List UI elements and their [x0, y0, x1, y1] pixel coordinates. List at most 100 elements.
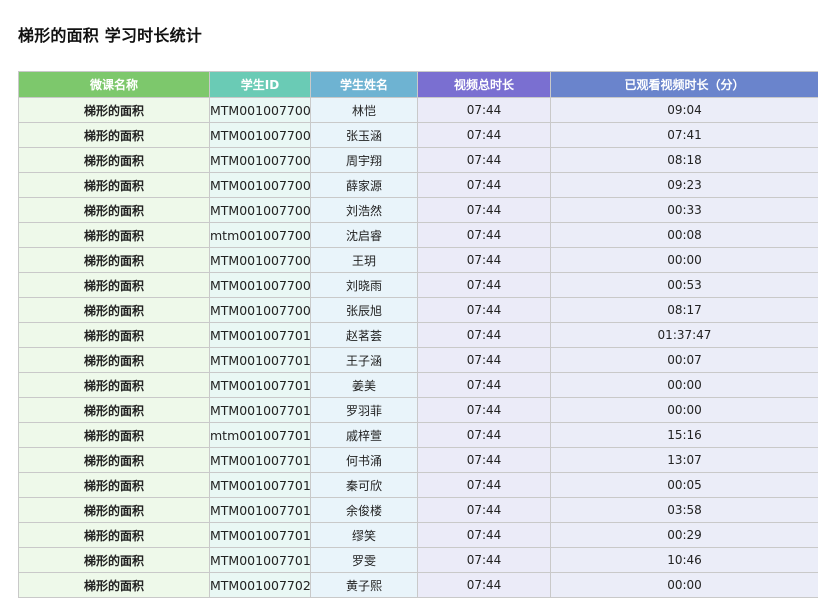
cell-student-name: 刘晓雨: [311, 273, 418, 298]
cell-student-id: MTM0010077005: [210, 198, 311, 223]
cell-video-total-duration: 07:44: [418, 573, 551, 598]
table-row: 梯形的面积MTM0010077018缪笑07:4400:29: [19, 523, 818, 548]
cell-course-name: 梯形的面积: [19, 398, 210, 423]
cell-video-total-duration: 07:44: [418, 123, 551, 148]
cell-student-id: MTM0010077002: [210, 123, 311, 148]
cell-student-name: 沈启睿: [311, 223, 418, 248]
cell-student-name: 王子涵: [311, 348, 418, 373]
cell-watched-duration: 08:18: [551, 148, 818, 173]
cell-watched-duration: 03:58: [551, 498, 818, 523]
table-row: 梯形的面积MTM0010077012姜美07:4400:00: [19, 373, 818, 398]
stats-table-container: 微课名称 学生ID 学生姓名 视频总时长 已观看视频时长（分） 梯形的面积MTM…: [18, 71, 818, 598]
cell-video-total-duration: 07:44: [418, 148, 551, 173]
cell-student-name: 赵茗荟: [311, 323, 418, 348]
cell-student-id: MTM0010077001: [210, 98, 311, 123]
cell-student-id: MTM0010077015: [210, 448, 311, 473]
cell-student-id: MTM0010077017: [210, 498, 311, 523]
cell-video-total-duration: 07:44: [418, 473, 551, 498]
cell-video-total-duration: 07:44: [418, 273, 551, 298]
cell-student-name: 张玉涵: [311, 123, 418, 148]
table-row: 梯形的面积MTM0010077017余俊楼07:4403:58: [19, 498, 818, 523]
cell-course-name: 梯形的面积: [19, 448, 210, 473]
cell-student-name: 何书涌: [311, 448, 418, 473]
cell-watched-duration: 00:00: [551, 373, 818, 398]
cell-video-total-duration: 07:44: [418, 223, 551, 248]
table-row: 梯形的面积MTM0010077007王玥07:4400:00: [19, 248, 818, 273]
cell-course-name: 梯形的面积: [19, 548, 210, 573]
cell-student-id: MTM0010077003: [210, 148, 311, 173]
cell-course-name: 梯形的面积: [19, 373, 210, 398]
cell-video-total-duration: 07:44: [418, 348, 551, 373]
cell-student-id: MTM0010077019: [210, 548, 311, 573]
header-video-total-duration[interactable]: 视频总时长: [418, 72, 551, 98]
cell-student-name: 余俊楼: [311, 498, 418, 523]
cell-student-id: MTM0010077013: [210, 398, 311, 423]
cell-watched-duration: 00:53: [551, 273, 818, 298]
cell-video-total-duration: 07:44: [418, 323, 551, 348]
table-row: 梯形的面积MTM0010077008刘晓雨07:4400:53: [19, 273, 818, 298]
cell-watched-duration: 10:46: [551, 548, 818, 573]
cell-watched-duration: 00:33: [551, 198, 818, 223]
table-row: 梯形的面积MTM0010077020黄子熙07:4400:00: [19, 573, 818, 598]
study-duration-table: 微课名称 学生ID 学生姓名 视频总时长 已观看视频时长（分） 梯形的面积MTM…: [18, 71, 818, 598]
cell-student-name: 刘浩然: [311, 198, 418, 223]
cell-watched-duration: 07:41: [551, 123, 818, 148]
cell-student-id: MTM0010077018: [210, 523, 311, 548]
cell-course-name: 梯形的面积: [19, 523, 210, 548]
table-row: 梯形的面积MTM0010077001林恺07:4409:04: [19, 98, 818, 123]
cell-student-name: 黄子熙: [311, 573, 418, 598]
cell-watched-duration: 00:07: [551, 348, 818, 373]
cell-video-total-duration: 07:44: [418, 248, 551, 273]
cell-video-total-duration: 07:44: [418, 98, 551, 123]
table-row: 梯形的面积mtm0010077014戚梓萱07:4415:16: [19, 423, 818, 448]
table-row: 梯形的面积MTM0010077002张玉涵07:4407:41: [19, 123, 818, 148]
cell-student-id: MTM0010077016: [210, 473, 311, 498]
cell-watched-duration: 13:07: [551, 448, 818, 473]
cell-course-name: 梯形的面积: [19, 473, 210, 498]
cell-student-id: MTM0010077008: [210, 273, 311, 298]
header-student-id[interactable]: 学生ID: [210, 72, 311, 98]
cell-course-name: 梯形的面积: [19, 98, 210, 123]
cell-course-name: 梯形的面积: [19, 198, 210, 223]
cell-student-name: 戚梓萱: [311, 423, 418, 448]
cell-video-total-duration: 07:44: [418, 423, 551, 448]
cell-video-total-duration: 07:44: [418, 373, 551, 398]
table-row: 梯形的面积MTM0010077003周宇翔07:4408:18: [19, 148, 818, 173]
cell-student-name: 罗雯: [311, 548, 418, 573]
table-row: 梯形的面积MTM0010077005刘浩然07:4400:33: [19, 198, 818, 223]
cell-watched-duration: 01:37:47: [551, 323, 818, 348]
table-row: 梯形的面积MTM0010077004薛家源07:4409:23: [19, 173, 818, 198]
cell-watched-duration: 00:00: [551, 573, 818, 598]
cell-student-name: 张辰旭: [311, 298, 418, 323]
table-row: 梯形的面积MTM0010077011王子涵07:4400:07: [19, 348, 818, 373]
cell-course-name: 梯形的面积: [19, 323, 210, 348]
cell-course-name: 梯形的面积: [19, 498, 210, 523]
cell-student-name: 罗羽菲: [311, 398, 418, 423]
table-row: 梯形的面积MTM0010077010赵茗荟07:4401:37:47: [19, 323, 818, 348]
cell-video-total-duration: 07:44: [418, 498, 551, 523]
cell-student-id: MTM0010077012: [210, 373, 311, 398]
table-row: 梯形的面积MTM0010077016秦可欣07:4400:05: [19, 473, 818, 498]
cell-course-name: 梯形的面积: [19, 348, 210, 373]
cell-video-total-duration: 07:44: [418, 298, 551, 323]
cell-watched-duration: 00:08: [551, 223, 818, 248]
cell-student-name: 薛家源: [311, 173, 418, 198]
cell-student-id: mtm0010077014: [210, 423, 311, 448]
cell-watched-duration: 00:00: [551, 248, 818, 273]
cell-student-name: 姜美: [311, 373, 418, 398]
table-header-row: 微课名称 学生ID 学生姓名 视频总时长 已观看视频时长（分）: [19, 72, 818, 98]
cell-student-id: MTM0010077004: [210, 173, 311, 198]
table-body: 梯形的面积MTM0010077001林恺07:4409:04梯形的面积MTM00…: [19, 98, 818, 598]
header-student-name[interactable]: 学生姓名: [311, 72, 418, 98]
header-course-name[interactable]: 微课名称: [19, 72, 210, 98]
cell-student-id: MTM0010077011: [210, 348, 311, 373]
cell-course-name: 梯形的面积: [19, 173, 210, 198]
cell-student-id: MTM0010077007: [210, 248, 311, 273]
table-row: 梯形的面积MTM0010077009张辰旭07:4408:17: [19, 298, 818, 323]
cell-student-id: MTM0010077009: [210, 298, 311, 323]
header-watched-duration[interactable]: 已观看视频时长（分）: [551, 72, 818, 98]
cell-student-name: 秦可欣: [311, 473, 418, 498]
cell-watched-duration: 09:04: [551, 98, 818, 123]
cell-student-id: mtm0010077006: [210, 223, 311, 248]
cell-course-name: 梯形的面积: [19, 298, 210, 323]
